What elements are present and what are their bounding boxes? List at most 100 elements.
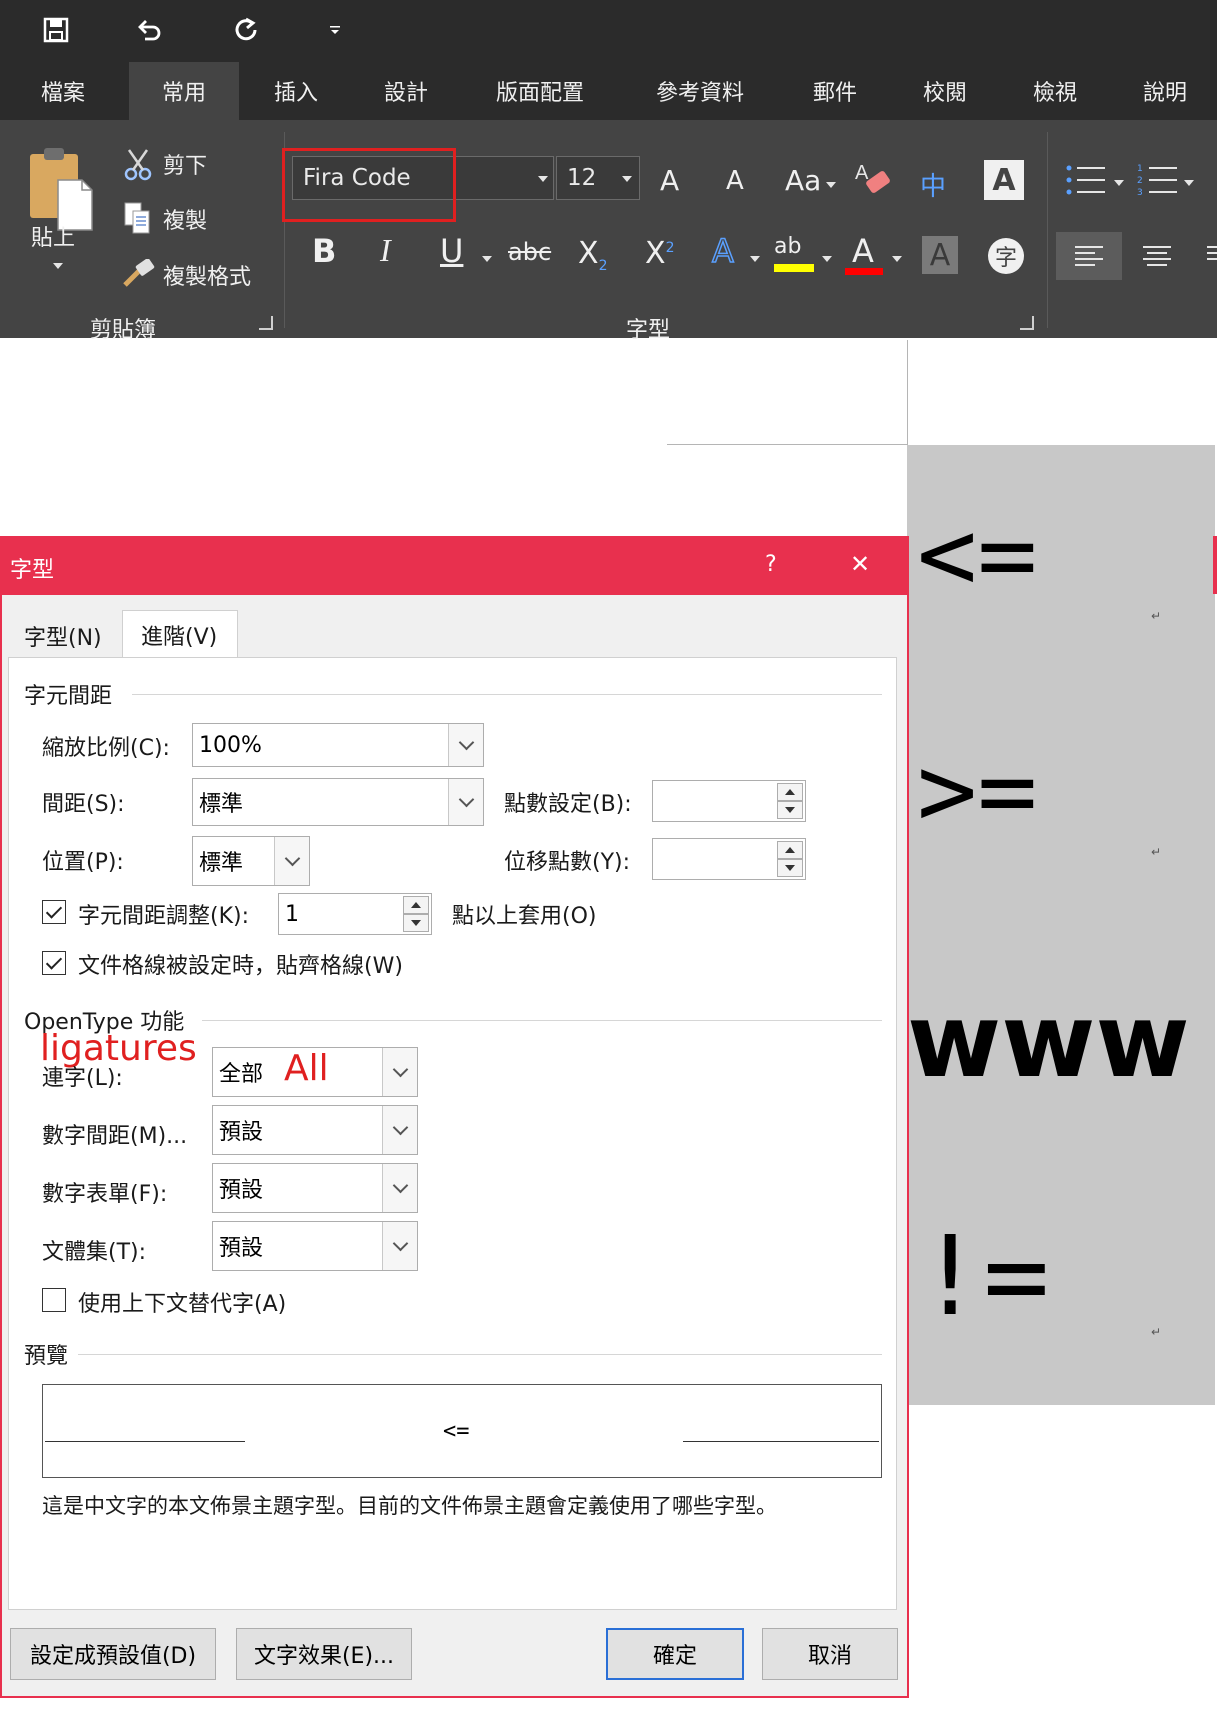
spin-down-icon[interactable] <box>777 801 803 819</box>
numbering-dropdown-icon[interactable] <box>1184 180 1194 186</box>
close-icon[interactable]: ✕ <box>850 550 870 578</box>
tab-references[interactable]: 參考資料 <box>640 62 760 120</box>
undo-icon[interactable] <box>127 10 171 50</box>
group-separator <box>1047 132 1048 328</box>
number-spacing-label: 數字間距(M)... <box>42 1124 188 1149</box>
format-painter-icon[interactable] <box>120 256 156 292</box>
spin-down-icon[interactable] <box>777 859 803 877</box>
chevron-down-icon[interactable] <box>382 1164 417 1212</box>
tab-review[interactable]: 校閱 <box>900 62 990 120</box>
align-center-icon[interactable] <box>1132 232 1182 280</box>
customize-icon[interactable] <box>313 10 357 50</box>
text-effects-dropdown-icon[interactable] <box>750 256 760 262</box>
enclose-characters-icon[interactable]: 字 <box>988 238 1024 274</box>
cancel-button[interactable]: 取消 <box>762 1628 898 1680</box>
tab-home[interactable]: 常用 <box>129 62 239 120</box>
phonetic-guide-icon[interactable]: 中 <box>920 166 946 203</box>
bold-icon[interactable]: B <box>312 232 336 270</box>
chevron-down-icon[interactable] <box>274 837 309 885</box>
redo-icon[interactable] <box>224 10 268 50</box>
shrink-font-icon[interactable]: A <box>726 166 744 196</box>
font-color-icon[interactable]: A <box>852 232 874 270</box>
font-name-dropdown-icon[interactable] <box>538 176 548 182</box>
spin-up-icon[interactable] <box>777 783 803 801</box>
spin-up-icon[interactable] <box>777 841 803 859</box>
chevron-down-icon[interactable] <box>382 1222 417 1270</box>
spin-down-icon[interactable] <box>403 914 429 932</box>
subscript-icon[interactable]: X2 <box>578 236 607 274</box>
text-effects-button[interactable]: 文字效果(E)... <box>236 1628 412 1680</box>
by2-spinner[interactable] <box>652 838 806 880</box>
paste-dropdown-icon[interactable] <box>53 263 63 269</box>
contextual-alternates-checkbox[interactable] <box>42 1288 66 1312</box>
save-icon[interactable] <box>34 10 78 50</box>
spacing-combo[interactable]: 標準 <box>192 778 484 826</box>
strikethrough-icon[interactable]: abc <box>508 238 551 266</box>
chevron-down-icon[interactable] <box>382 1048 417 1096</box>
tab-font[interactable]: 字型(N) <box>24 620 102 652</box>
spin-up-icon[interactable] <box>403 896 429 914</box>
tab-mailings[interactable]: 郵件 <box>790 62 880 120</box>
position-combo[interactable]: 標準 <box>192 836 310 886</box>
chevron-down-icon[interactable] <box>448 724 483 766</box>
clipboard-launcher-icon[interactable] <box>259 316 273 330</box>
paragraph-mark: ↵ <box>1151 845 1162 859</box>
by-spinner[interactable] <box>652 780 806 822</box>
tab-help[interactable]: 說明 <box>1120 62 1210 120</box>
chevron-down-icon[interactable] <box>448 779 483 825</box>
kerning-spinner[interactable]: 1 <box>278 893 432 935</box>
character-border-icon[interactable]: A <box>984 160 1024 200</box>
scale-label: 縮放比例(C): <box>42 736 170 761</box>
chevron-down-icon[interactable] <box>382 1106 417 1154</box>
position-value: 標準 <box>199 851 244 876</box>
set-default-button[interactable]: 設定成預設值(D) <box>10 1628 216 1680</box>
tab-file[interactable]: 檔案 <box>16 62 110 120</box>
cut-icon[interactable] <box>122 147 154 183</box>
highlight-dropdown-icon[interactable] <box>822 256 832 262</box>
character-shading-icon[interactable]: A <box>922 236 958 274</box>
enclose-characters-label: 字 <box>994 246 1017 271</box>
cut-label[interactable]: 剪下 <box>163 148 207 180</box>
font-launcher-icon[interactable] <box>1020 316 1034 330</box>
format-painter-label[interactable]: 複製格式 <box>163 259 251 291</box>
change-case-icon[interactable]: Aa <box>785 164 821 197</box>
tab-design[interactable]: 設計 <box>358 62 454 120</box>
tab-layout[interactable]: 版面配置 <box>480 62 600 120</box>
ok-button[interactable]: 確定 <box>606 1628 744 1680</box>
tab-view[interactable]: 檢視 <box>1010 62 1100 120</box>
change-case-dropdown-icon[interactable] <box>826 182 836 188</box>
align-right-icon[interactable] <box>1200 232 1217 280</box>
highlight-icon[interactable]: ab <box>774 234 801 259</box>
align-left-icon[interactable] <box>1056 232 1122 280</box>
stylistic-sets-value: 預設 <box>219 1236 264 1261</box>
by-label: 點數設定(B): <box>504 792 632 817</box>
snap-grid-checkbox[interactable] <box>42 951 66 975</box>
numbering-icon[interactable]: 1 2 3 <box>1136 160 1182 200</box>
clipboard-group-label: 剪貼簿 <box>90 318 157 343</box>
font-color-dropdown-icon[interactable] <box>892 256 902 262</box>
stylistic-sets-combo[interactable]: 預設 <box>212 1221 418 1271</box>
tab-advanced[interactable]: 進階(V) <box>122 610 238 658</box>
underline-dropdown-icon[interactable] <box>482 256 492 262</box>
scale-combo[interactable]: 100% <box>192 723 484 767</box>
bullets-icon[interactable] <box>1064 160 1110 200</box>
superscript-icon[interactable]: X2 <box>645 236 674 271</box>
svg-text:A: A <box>855 162 869 184</box>
number-spacing-combo[interactable]: 預設 <box>212 1105 418 1155</box>
italic-icon[interactable]: I <box>380 232 391 269</box>
kerning-checkbox[interactable] <box>42 900 66 924</box>
number-forms-combo[interactable]: 預設 <box>212 1163 418 1213</box>
help-button[interactable]: ? <box>765 552 777 577</box>
copy-icon[interactable] <box>122 200 154 236</box>
paste-label[interactable]: 貼上 <box>31 220 75 252</box>
grow-font-icon[interactable]: A <box>660 164 679 197</box>
text-effects-icon[interactable]: A <box>711 231 734 271</box>
font-size-dropdown-icon[interactable] <box>622 176 632 182</box>
tab-insert[interactable]: 插入 <box>248 62 344 120</box>
bullets-dropdown-icon[interactable] <box>1114 180 1124 186</box>
clear-formatting-icon[interactable]: A <box>852 158 894 198</box>
document-highlighted-text[interactable]: <= ↵ >= ↵ www != ↵ <box>907 445 1215 1405</box>
preview-box: <= <box>42 1384 882 1478</box>
copy-label[interactable]: 複製 <box>163 203 207 235</box>
underline-icon[interactable]: U <box>440 232 463 270</box>
